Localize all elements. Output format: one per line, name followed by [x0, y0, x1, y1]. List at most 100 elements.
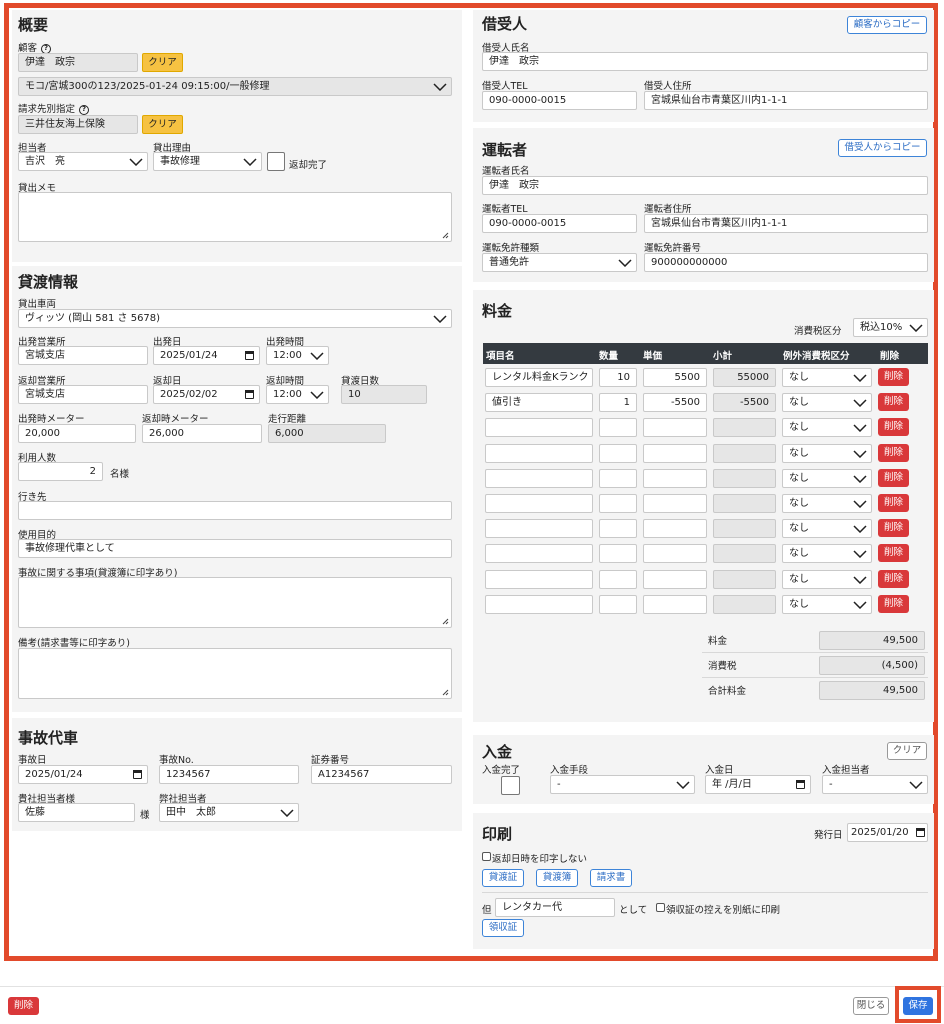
fee-price-field[interactable]: [643, 494, 707, 513]
fee-item-field[interactable]: [485, 519, 593, 538]
copy-from-borrower-button[interactable]: 借受人からコピー: [838, 139, 927, 157]
fee-price-field[interactable]: [643, 570, 707, 589]
calendar-icon[interactable]: [133, 770, 142, 779]
return-office-field[interactable]: 宮城支店: [18, 385, 148, 404]
staff-select[interactable]: 吉沢 亮: [18, 152, 148, 171]
license-no-field[interactable]: 900000000000: [644, 253, 928, 272]
depart-date-field[interactable]: 2025/01/24: [153, 346, 260, 365]
fee-qty-field[interactable]: [599, 494, 637, 513]
fee-row-delete-button[interactable]: 削除: [878, 444, 909, 462]
calendar-icon[interactable]: [245, 390, 254, 399]
return-date-field[interactable]: 2025/02/02: [153, 385, 260, 404]
no-return-checkbox[interactable]: [482, 852, 491, 861]
fee-tax-select[interactable]: なし: [782, 368, 872, 387]
fee-item-field[interactable]: [485, 570, 593, 589]
fee-item-field[interactable]: [485, 469, 593, 488]
fee-qty-field[interactable]: 10: [599, 368, 637, 387]
reason-select[interactable]: 事故修理: [153, 152, 262, 171]
fee-price-field[interactable]: 5500: [643, 368, 707, 387]
fee-qty-field[interactable]: [599, 469, 637, 488]
issue-date-field[interactable]: 2025/01/20: [847, 823, 928, 842]
fee-qty-field[interactable]: [599, 595, 637, 614]
vehicle-select[interactable]: ヴィッツ (岡山 581 さ 5678): [18, 309, 452, 328]
fee-item-field[interactable]: レンタル料金Kランク: [485, 368, 593, 387]
fee-price-field[interactable]: [643, 595, 707, 614]
fee-row-delete-button[interactable]: 削除: [878, 544, 909, 562]
fee-row-delete-button[interactable]: 削除: [878, 393, 909, 411]
fee-qty-field[interactable]: [599, 444, 637, 463]
save-button[interactable]: 保存: [903, 997, 933, 1015]
contact-field[interactable]: 佐藤: [18, 803, 135, 822]
driver-tel-field[interactable]: 090-0000-0015: [482, 214, 637, 233]
fee-row-delete-button[interactable]: 削除: [878, 469, 909, 487]
driver-address-field[interactable]: 宮城県仙台市青葉区川内1-1-1: [644, 214, 928, 233]
fee-item-field[interactable]: 値引き: [485, 393, 593, 412]
fee-tax-select[interactable]: なし: [782, 570, 872, 589]
our-staff-select[interactable]: 田中 太郎: [159, 803, 299, 822]
fee-tax-select[interactable]: なし: [782, 418, 872, 437]
users-field[interactable]: 2: [18, 462, 103, 481]
delete-record-button[interactable]: 削除: [8, 997, 39, 1015]
invoice-button[interactable]: 請求書: [590, 869, 632, 887]
fee-item-field[interactable]: [485, 595, 593, 614]
fee-tax-select[interactable]: なし: [782, 519, 872, 538]
return-meter-field[interactable]: 26,000: [142, 424, 262, 443]
resize-grip-icon[interactable]: [442, 232, 449, 239]
fee-tax-select[interactable]: なし: [782, 544, 872, 563]
lending-cert-button[interactable]: 貸渡証: [482, 869, 524, 887]
fee-row-delete-button[interactable]: 削除: [878, 418, 909, 436]
tadashi-field[interactable]: レンタカー代: [495, 898, 615, 917]
borrower-address-field[interactable]: 宮城県仙台市青葉区川内1-1-1: [644, 91, 928, 110]
fee-price-field[interactable]: [643, 444, 707, 463]
payment-done-checkbox[interactable]: [501, 776, 520, 795]
fee-row-delete-button[interactable]: 削除: [878, 519, 909, 537]
help-icon[interactable]: ?: [41, 43, 52, 54]
fee-item-field[interactable]: [485, 544, 593, 563]
calendar-icon[interactable]: [245, 351, 254, 360]
purpose-field[interactable]: 事故修理代車として: [18, 539, 452, 558]
fee-qty-field[interactable]: [599, 570, 637, 589]
receipt-button[interactable]: 領収証: [482, 919, 524, 937]
depart-meter-field[interactable]: 20,000: [18, 424, 136, 443]
resize-grip-icon[interactable]: [442, 618, 449, 625]
payment-method-select[interactable]: -: [550, 775, 695, 794]
close-button[interactable]: 閉じる: [853, 997, 889, 1015]
fee-row-delete-button[interactable]: 削除: [878, 595, 909, 613]
payment-date-field[interactable]: 年 /月/日: [705, 775, 811, 794]
fee-tax-select[interactable]: なし: [782, 595, 872, 614]
copy-from-customer-button[interactable]: 顧客からコピー: [847, 16, 927, 34]
calendar-icon[interactable]: [916, 828, 925, 837]
fee-tax-select[interactable]: なし: [782, 469, 872, 488]
fee-price-field[interactable]: [643, 469, 707, 488]
fee-price-field[interactable]: -5500: [643, 393, 707, 412]
license-type-select[interactable]: 普通免許: [482, 253, 637, 272]
customer-field[interactable]: 伊達 政宗: [18, 53, 138, 72]
driver-name-field[interactable]: 伊達 政宗: [482, 176, 928, 195]
depart-office-field[interactable]: 宮城支店: [18, 346, 148, 365]
fee-item-field[interactable]: [485, 418, 593, 437]
fee-item-field[interactable]: [485, 494, 593, 513]
accident-no-field[interactable]: 1234567: [159, 765, 299, 784]
remarks-textarea[interactable]: [18, 648, 452, 699]
payment-clear-button[interactable]: クリア: [887, 742, 927, 760]
depart-time-select[interactable]: 12:00: [266, 346, 329, 365]
fee-qty-field[interactable]: [599, 544, 637, 563]
fee-row-delete-button[interactable]: 削除: [878, 368, 909, 386]
help-icon[interactable]: ?: [79, 104, 90, 115]
accident-notes-textarea[interactable]: [18, 577, 452, 628]
destination-field[interactable]: [18, 501, 452, 520]
lending-book-button[interactable]: 貸渡簿: [536, 869, 578, 887]
billing-clear-button[interactable]: クリア: [142, 115, 183, 134]
policy-field[interactable]: A1234567: [311, 765, 452, 784]
fee-qty-field[interactable]: [599, 519, 637, 538]
calendar-icon[interactable]: [796, 780, 805, 789]
fee-tax-select[interactable]: なし: [782, 494, 872, 513]
fee-qty-field[interactable]: 1: [599, 393, 637, 412]
borrower-tel-field[interactable]: 090-0000-0015: [482, 91, 637, 110]
fee-row-delete-button[interactable]: 削除: [878, 570, 909, 588]
fee-row-delete-button[interactable]: 削除: [878, 494, 909, 512]
fee-price-field[interactable]: [643, 544, 707, 563]
fee-tax-select[interactable]: なし: [782, 393, 872, 412]
fee-tax-select[interactable]: なし: [782, 444, 872, 463]
receipt-copy-checkbox[interactable]: [656, 903, 665, 912]
